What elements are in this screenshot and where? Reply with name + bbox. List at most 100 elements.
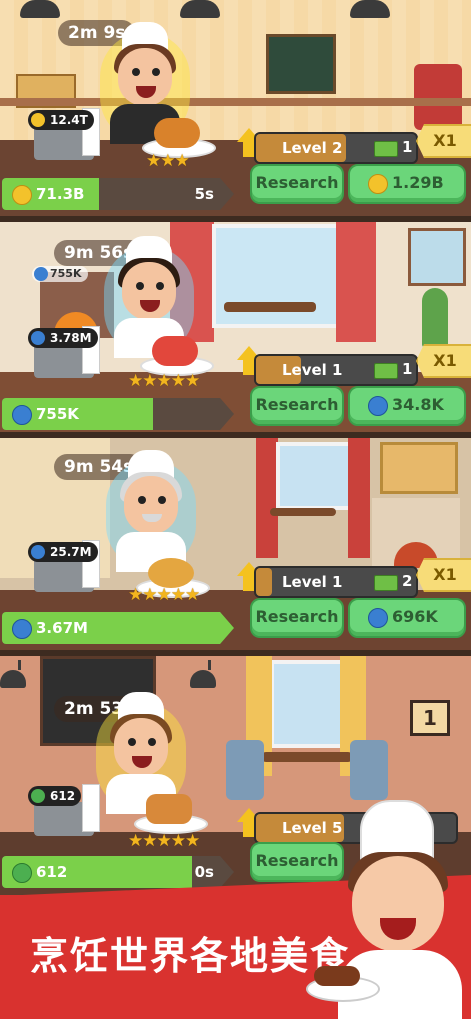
green-coin-icon [31,789,45,803]
curtain-left [256,438,278,558]
mascot-chef [306,800,471,1019]
chef-face [124,476,178,534]
ceiling-lamp [0,660,26,688]
dining-table [224,302,316,312]
research-cost-value: 1.29B [392,173,444,192]
ceiling-lamp [20,0,60,18]
blue-coin-icon [12,405,32,425]
blue-coin-icon [12,619,32,639]
chef-eye [136,282,144,290]
dish-star-rating: ★★★★★ [128,371,200,391]
chef-eye [158,496,166,504]
game-screen: 2m 9s 12.4T ★★★ Level 2 1 X1 Research 1.… [0,0,471,1019]
wall-picture [408,228,466,286]
cash-stack-count: 1 [402,138,413,156]
level-label: Level 2 [282,139,343,157]
register-cash-value: 25.7M [50,545,92,559]
research-cost-value: 34.8K [392,395,444,414]
level-bar: Level 1 2 [254,566,418,598]
chef-eye [132,68,140,76]
blue-coin-icon [368,396,388,416]
cash-stack-count: 1 [402,360,413,378]
dish-star-rating: ★★★★★ [128,585,200,605]
multiplier-tag[interactable]: X1 [416,344,471,378]
kitchen-panel-3: 9m 54s 25.7M ★★★★★ Level 1 2 X1 Research… [0,438,471,656]
gold-coin-icon [31,113,45,127]
wall-number-sign: 1 [410,700,450,736]
dish-pudding [140,334,214,376]
chef-character[interactable] [106,450,196,572]
level-bar: Level 2 1 [254,132,418,164]
production-bar: 755K [2,398,234,430]
level-bar: Level 1 1 [254,354,418,386]
dish-pancakes [134,792,208,834]
ceiling-lamp [180,0,220,18]
dining-table [270,508,336,516]
fridge [414,64,462,130]
research-button[interactable]: Research [250,386,344,426]
green-coin-icon [12,863,32,883]
cash-register[interactable]: 12.4T [28,108,100,160]
research-button[interactable]: Research [250,164,344,204]
production-bar: 71.3B 5s [2,178,234,210]
level-bar-fill [256,568,272,596]
research-cost-button[interactable]: 34.8K [348,386,466,426]
production-value: 71.3B [36,185,85,203]
cash-register[interactable]: 25.7M [28,540,100,592]
cash-register[interactable]: 3.78M [28,326,100,378]
multiplier-tag[interactable]: X1 [416,124,471,158]
dining-chair [226,740,264,800]
cash-register[interactable]: 612 [28,784,100,836]
register-cash-label: 612 [28,786,82,806]
pudding-icon [152,336,198,366]
chef-eye [138,496,146,504]
blue-coin-icon [31,545,45,559]
chef-eye [128,738,136,746]
research-cost-button[interactable]: 1.29B [348,164,466,204]
potted-plant [422,288,448,348]
dining-table [262,752,352,762]
chef-eye [148,738,156,746]
level-label: Level 1 [282,361,343,379]
burger-chalkboard [266,34,336,94]
kitchen-panel-1: 2m 9s 12.4T ★★★ Level 2 1 X1 Research 1.… [0,0,471,222]
multiplier-tag[interactable]: X1 [416,558,471,592]
gold-coin-icon [12,185,32,205]
kitchen-panel-2: 9m 56s 755K 3.78M ★★★★★ Level 1 1 X1 Res… [0,222,471,438]
pizza-icon [148,558,194,588]
pancakes-icon [146,794,192,824]
dish-fried-chicken [142,116,216,158]
fried-chicken-icon [154,118,200,148]
research-cost-button[interactable]: 696K [348,598,466,638]
dining-chair [350,740,388,800]
blue-coin-icon [34,267,48,281]
dish-star-rating: ★★★★★ [128,831,200,851]
ceiling-lamp [190,660,216,688]
register-cash-label: 12.4T [28,110,94,130]
ceiling-lamp [350,0,390,18]
production-time: 0s [194,863,214,881]
research-button[interactable]: Research [250,598,344,638]
curtain-right [348,438,370,558]
mountain-window [212,224,340,328]
blue-coin-icon [31,331,45,345]
production-bar: 3.67M [2,612,234,644]
chef-eye [152,68,160,76]
production-time: 5s [194,185,214,203]
cash-stack-count: 2 [402,572,413,590]
production-value: 3.67M [36,619,88,637]
fireplace [372,498,460,568]
cash-stack-icon [374,141,398,157]
cash-stack-icon [374,575,398,591]
level-label: Level 1 [282,573,343,591]
window [270,660,348,748]
blue-coin-icon [368,608,388,628]
cash-stack-icon [374,363,398,379]
register-cash-value: 612 [50,789,76,803]
promo-text: 烹饪世界各地美食 [30,934,351,978]
wall-painting [380,442,458,494]
register-cash-label: 3.78M [28,328,98,348]
register-cash-label: 25.7M [28,542,98,562]
steak-icon [314,966,360,986]
production-bar: 612 0s [2,856,234,888]
